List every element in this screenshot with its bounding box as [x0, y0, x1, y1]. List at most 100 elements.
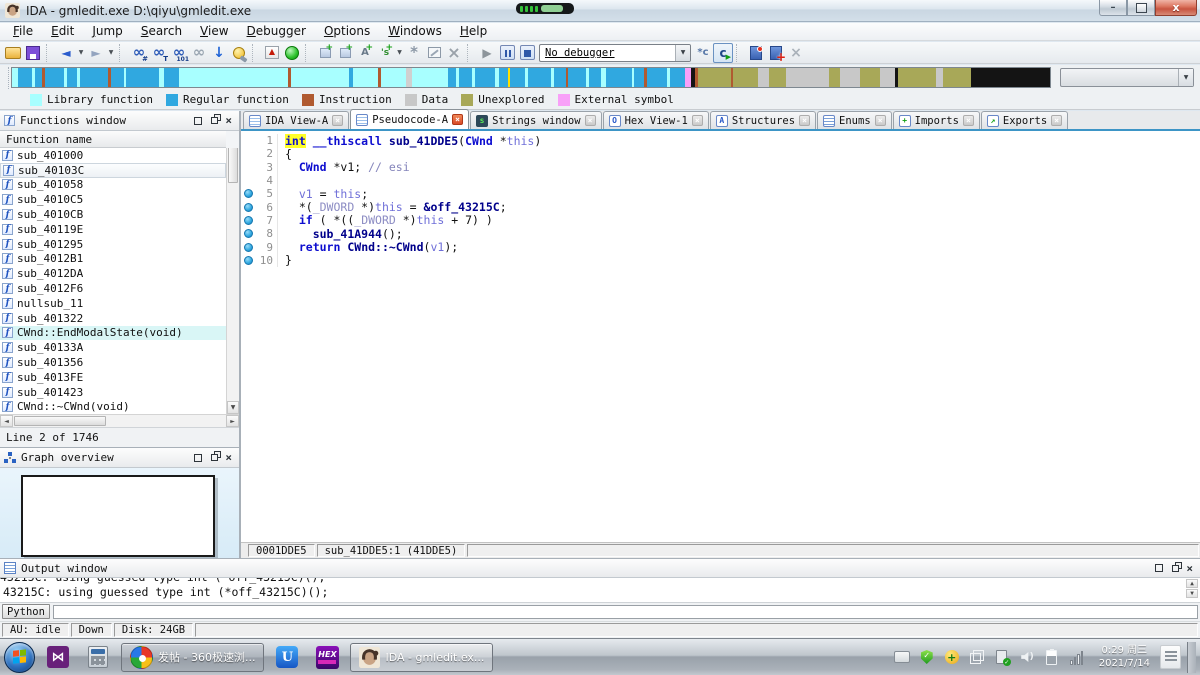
tab-close-icon[interactable] — [962, 115, 974, 126]
scroll-left-icon[interactable]: ◄ — [0, 415, 13, 427]
function-row[interactable]: f sub_40133A — [0, 340, 226, 355]
tab-close-icon[interactable] — [691, 115, 703, 126]
notification-center-icon[interactable] — [1160, 645, 1181, 669]
function-row[interactable]: f sub_401000 — [0, 148, 226, 163]
tab-close-icon[interactable] — [584, 115, 596, 126]
code-line[interactable]: 8 sub_41A944 (); — [241, 227, 1200, 241]
add-union-icon[interactable] — [335, 43, 355, 63]
debug-start-icon[interactable] — [477, 43, 497, 63]
function-row[interactable]: f sub_401423 — [0, 385, 226, 400]
start-button[interactable] — [4, 641, 35, 673]
save-icon[interactable] — [23, 43, 43, 63]
add-type-icon[interactable] — [355, 43, 375, 63]
chevron-down-icon[interactable] — [1178, 69, 1193, 86]
function-row[interactable]: f CWnd::~CWnd(void) — [0, 400, 226, 414]
panel-maximize-icon[interactable] — [194, 453, 203, 462]
colors-icon[interactable] — [262, 43, 282, 63]
code-line[interactable]: 7 if ( *((_DWORD *) this + 7) ) — [241, 213, 1200, 227]
tab[interactable]: Hex View-1 — [602, 111, 709, 129]
volume-icon[interactable] — [1019, 649, 1035, 665]
navigation-band[interactable] — [11, 67, 1051, 88]
function-row[interactable]: f sub_40103C — [0, 162, 226, 178]
functions-horizontal-scrollbar[interactable]: ◄ ► — [0, 414, 239, 427]
function-row[interactable]: f sub_4013FE — [0, 370, 226, 385]
bpt-add-icon[interactable] — [766, 43, 786, 64]
function-row[interactable]: f sub_401356 — [0, 355, 226, 370]
sep-icon[interactable] — [252, 43, 259, 62]
function-row[interactable]: f sub_4010CB — [0, 207, 226, 222]
panel-close-icon[interactable] — [225, 452, 232, 463]
ball360-icon[interactable] — [944, 649, 960, 665]
menu-item[interactable]: View — [191, 23, 237, 40]
panel-close-icon[interactable] — [225, 115, 232, 126]
tab-close-icon[interactable] — [1051, 115, 1063, 126]
function-row[interactable]: f sub_4012DA — [0, 266, 226, 281]
python-cli-button[interactable]: Python — [2, 604, 50, 620]
menu-item[interactable]: Search — [132, 23, 191, 40]
taskbar-calculator-icon[interactable] — [81, 642, 115, 672]
function-row[interactable]: f nullsub_11 — [0, 296, 226, 311]
add-struct-icon[interactable] — [315, 43, 335, 63]
menu-item[interactable]: Debugger — [238, 23, 315, 40]
taskbar-visual-studio-icon[interactable]: ⋈ — [41, 642, 75, 672]
tab[interactable]: Exports — [980, 111, 1069, 129]
function-row[interactable]: f CWnd::EndModalState(void) — [0, 325, 226, 341]
code-line[interactable]: 10 } — [241, 253, 1200, 267]
navband-range-select[interactable] — [1060, 68, 1194, 87]
functions-window-titlebar[interactable]: f Functions window — [0, 111, 239, 131]
maximize-button[interactable] — [1127, 0, 1155, 16]
navband-drag-handle[interactable] — [0, 66, 9, 89]
panel-float-icon[interactable] — [211, 454, 219, 461]
chevron-down-icon[interactable] — [675, 44, 690, 61]
tab-close-icon[interactable] — [332, 115, 344, 126]
tab[interactable]: Strings window — [470, 111, 602, 129]
code-line[interactable]: 5 v1 = this; — [241, 187, 1200, 201]
tab[interactable]: Enums — [817, 111, 892, 129]
menu-item[interactable]: Edit — [42, 23, 83, 40]
search-binary-icon binoc[interactable] — [169, 43, 189, 63]
attach-c-icon[interactable] — [693, 43, 713, 63]
sep-icon[interactable] — [467, 43, 474, 62]
taskbar-hex-app-icon[interactable]: HEX — [310, 642, 344, 672]
function-row[interactable]: f sub_4012B1 — [0, 252, 226, 267]
run-icon[interactable] — [282, 43, 302, 63]
usb-icon[interactable] — [994, 649, 1011, 666]
sep-icon[interactable] — [119, 43, 126, 62]
output-window-titlebar[interactable]: Output window — [0, 559, 1200, 579]
graph-overview-viewport[interactable] — [21, 475, 215, 557]
edit-box-icon[interactable] — [424, 43, 444, 63]
drop-forward-icon[interactable] — [106, 43, 116, 63]
panel-maximize-icon[interactable] — [1155, 564, 1164, 573]
bpt-list-icon[interactable] — [746, 43, 766, 63]
tab-close-icon[interactable] — [452, 114, 464, 125]
tab[interactable]: IDA View-A — [243, 111, 350, 129]
code-line[interactable]: 2 { — [241, 147, 1200, 161]
search-text-icon binoc[interactable] — [149, 43, 169, 63]
search-address-icon binoc[interactable] — [129, 43, 149, 63]
battery-icon[interactable] — [1044, 649, 1060, 665]
close-button[interactable] — [1155, 0, 1197, 16]
debugger-select[interactable]: No debugger — [539, 43, 691, 62]
menu-item[interactable]: Windows — [379, 23, 451, 40]
taskbar-clock[interactable]: 0:29 周三 2021/7/14 — [1095, 644, 1154, 670]
code-line[interactable]: 6 *(_DWORD *) this = &off_43215C; — [241, 200, 1200, 214]
tab-close-icon[interactable] — [874, 115, 886, 126]
scroll-right-icon[interactable]: ► — [226, 415, 239, 427]
panel-float-icon[interactable] — [1172, 564, 1180, 572]
taskbar-u-app-icon[interactable]: U — [270, 642, 304, 672]
scroll-down-icon[interactable]: ▼ — [1186, 589, 1198, 599]
sep-icon[interactable] — [46, 43, 53, 62]
network-icon[interactable] — [1069, 649, 1085, 665]
stack-icon[interactable] — [969, 649, 985, 665]
snippet-icon[interactable] — [404, 43, 424, 63]
output-scrollbar[interactable]: ▲ ▼ — [1186, 579, 1198, 599]
functions-vertical-scrollbar[interactable]: ▲ ▼ — [226, 148, 239, 414]
function-row[interactable]: f sub_4012F6 — [0, 281, 226, 296]
function-row[interactable]: f sub_40119E — [0, 222, 226, 237]
scroll-down-icon[interactable]: ▼ — [227, 401, 239, 414]
taskbar-browser-button[interactable]: 发帖 - 360极速浏... — [121, 642, 265, 672]
debug-stop-icon[interactable] — [517, 43, 537, 63]
keyboard-icon[interactable] — [894, 649, 910, 665]
delete-icon[interactable] — [444, 43, 464, 63]
menu-item[interactable]: Help — [451, 23, 496, 40]
